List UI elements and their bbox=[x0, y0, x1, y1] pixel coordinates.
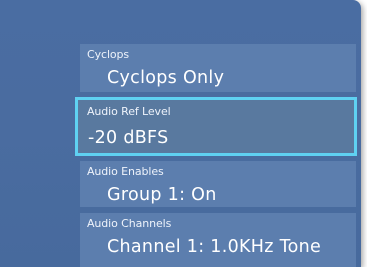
setting-label: Audio Channels bbox=[87, 217, 172, 230]
setting-label: Cyclops bbox=[87, 48, 130, 61]
setting-value: Cyclops Only bbox=[107, 68, 225, 88]
setting-label: Audio Ref Level bbox=[87, 105, 171, 118]
setting-audio-enables[interactable]: Audio Enables Group 1: On bbox=[80, 161, 356, 207]
setting-value: Channel 1: 1.0KHz Tone bbox=[107, 237, 322, 257]
setting-label: Audio Enables bbox=[87, 165, 164, 178]
setting-audio-ref-level[interactable]: Audio Ref Level -20 dBFS bbox=[75, 97, 357, 156]
setting-cyclops[interactable]: Cyclops Cyclops Only bbox=[80, 44, 356, 92]
setting-audio-channels[interactable]: Audio Channels Channel 1: 1.0KHz Tone bbox=[80, 213, 356, 267]
setting-value: -20 dBFS bbox=[88, 128, 169, 148]
setting-value: Group 1: On bbox=[107, 185, 217, 205]
settings-panel: Cyclops Cyclops Only Audio Ref Level -20… bbox=[0, 0, 361, 267]
